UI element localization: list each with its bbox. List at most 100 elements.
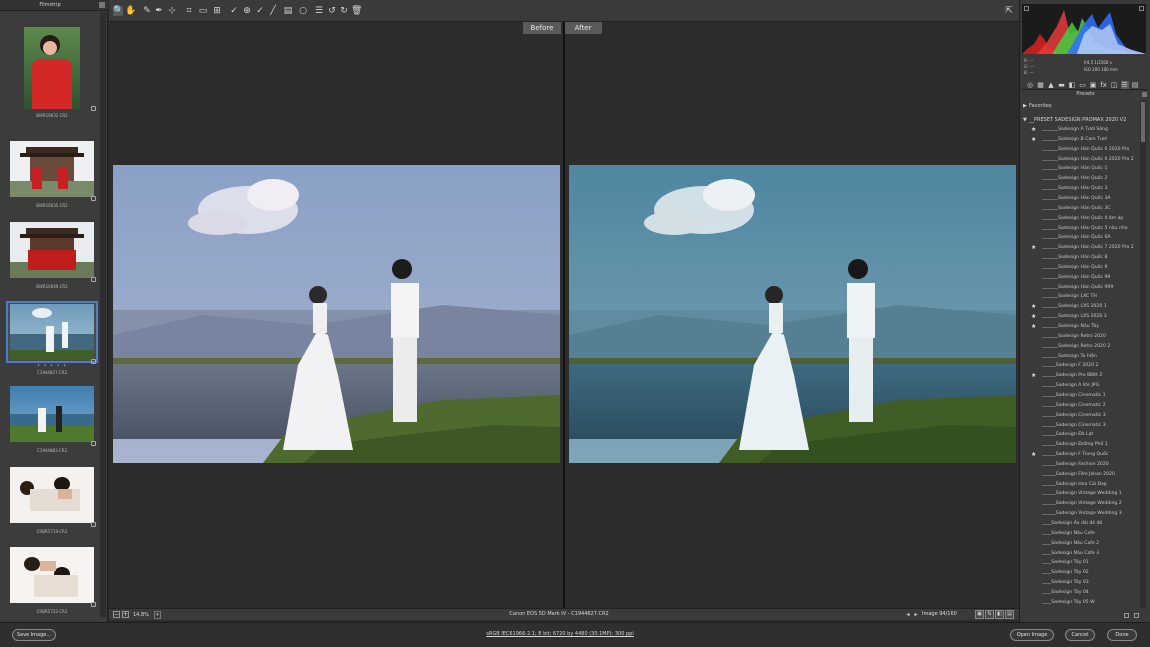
presets-menu-icon[interactable] [1142, 92, 1147, 97]
preset-item[interactable]: ____Sadesign Tây 04 [1024, 588, 1144, 597]
thumbnail-frame[interactable] [6, 219, 98, 281]
preset-item[interactable]: ______Sadesign Vintage Wedding 2 [1024, 499, 1144, 508]
tab-transform-icon[interactable]: ▣ [1089, 81, 1097, 89]
preset-item[interactable]: ______Sadesign Cinematic 2 [1024, 401, 1144, 410]
preset-item[interactable]: ____Sadesign Nâu Cafe 3 [1024, 549, 1144, 558]
preset-item[interactable]: ★ ______Sadesign F Trung Quốc [1024, 450, 1144, 459]
preset-item[interactable]: _______Sadesign Hàn Quốc 6A [1024, 233, 1144, 242]
cancel-button[interactable]: Cancel [1065, 629, 1095, 641]
filmstrip-menu-icon[interactable] [99, 2, 105, 8]
preset-item[interactable]: ______Sadesign Cinematic 3 [1024, 411, 1144, 420]
workflow-options-link[interactable]: sRGB IEC61966-2.1; 8 bit; 6720 by 4480 (… [400, 631, 720, 637]
filmstrip-item[interactable]: BWR10632.CR2 [6, 26, 98, 118]
preset-item[interactable]: _______Sadesign Hàn Quốc 3 [1024, 184, 1144, 193]
preset-item[interactable]: _______Sadesign Hàn Quốc 5 nâu nhẹ [1024, 224, 1144, 233]
thumbnail-frame[interactable] [6, 26, 98, 110]
zoom-in-button[interactable]: + [122, 611, 129, 618]
before-photo[interactable] [113, 165, 560, 463]
rotate-right-tool-icon[interactable]: ↻ [339, 6, 349, 16]
swap-before-after-button[interactable]: ⇅ [985, 610, 994, 619]
graduated-filter-tool-icon[interactable]: ╱ [268, 6, 278, 16]
preset-item[interactable]: _______Sadesign Hàn Quốc 3C [1024, 204, 1144, 213]
preset-item[interactable]: _______Sadesign Hàn Quốc 1 [1024, 164, 1144, 173]
preset-item[interactable]: _______Sadesign Retro 2020 2 [1024, 342, 1144, 351]
fullscreen-icon[interactable]: ⇱ [1004, 6, 1014, 16]
next-image-icon[interactable]: ▸ [912, 610, 920, 619]
list-tool-icon[interactable]: ☰ [314, 6, 324, 16]
done-button[interactable]: Done [1107, 629, 1137, 641]
favorite-star-icon[interactable]: ★ [1031, 243, 1036, 252]
save-image-button[interactable]: Save Image... [12, 629, 56, 641]
preset-item[interactable]: ★ _______Sadesign B Cam Tươi [1024, 135, 1144, 144]
red-eye-tool-icon[interactable]: ⊕ [242, 6, 252, 16]
preset-item[interactable]: ______Sadesign Vintage Wedding 3 [1024, 509, 1144, 518]
filmstrip-scrollbar[interactable] [100, 12, 205, 617]
preset-item[interactable]: _______Sadesign Retro 2020 [1024, 332, 1144, 341]
preset-item[interactable]: _______Sadesign Hàn Quốc 2 [1024, 174, 1144, 183]
filmstrip-item[interactable]: C9DR5719.CR2 [6, 464, 98, 544]
tab-lens-icon[interactable]: ▭ [1079, 81, 1087, 89]
preset-item[interactable]: ____Sadesign Tây 01 [1024, 558, 1144, 567]
filmstrip-item[interactable]: • • • • • C1944827.CR2 [6, 301, 98, 381]
preset-item[interactable]: ★ ______Sadesign Pro 8Bitt 2 [1024, 371, 1144, 380]
preset-item[interactable]: _______Sadesign Ta hiện [1024, 352, 1144, 361]
preset-item[interactable]: ____Sadesign Tây 05 W [1024, 598, 1144, 607]
preset-item[interactable]: _______Sadesign LXC TH [1024, 292, 1144, 301]
preset-item[interactable]: ______Sadesign Cinematic 3 [1024, 421, 1144, 430]
preset-item[interactable]: ______Sadesign Hoa Cái Đẹp [1024, 480, 1144, 489]
preset-item[interactable]: ____Sadesign Tây 02 [1024, 568, 1144, 577]
preset-item[interactable]: _______Sadesign Hàn Quốc 0 2020 Pro [1024, 145, 1144, 154]
favorite-star-icon[interactable]: ★ [1031, 135, 1036, 144]
preset-item[interactable]: ★ _______Sadesign LXS 2020 1 [1024, 302, 1144, 311]
tab-effects-icon[interactable]: fx [1100, 81, 1108, 89]
preset-item[interactable]: _______Sadesign Hàn Quốc 99 [1024, 273, 1144, 282]
spot-removal-tool-icon[interactable]: ✓ [229, 6, 239, 16]
preset-item[interactable]: ____Sadesign Nâu Cafe 2 [1024, 539, 1144, 548]
zoom-out-button[interactable]: − [113, 611, 120, 618]
preset-item[interactable]: ★ _______Sadesign LXS 2020 3 [1024, 312, 1144, 321]
copy-settings-button[interactable]: ◧ [995, 610, 1004, 619]
preset-item[interactable]: ____Sadesign Áo dài đỏ đỏ [1024, 519, 1144, 528]
preferences-tool-icon[interactable]: ○ [298, 6, 308, 16]
trash-tool-icon[interactable]: 🗑 [351, 6, 362, 16]
preset-item[interactable]: ____Sadesign Tây 03 [1024, 578, 1144, 587]
favorites-group[interactable]: ▶ Favorites [1023, 103, 1052, 109]
targeted-adjustment-tool-icon[interactable]: ⊹ [167, 6, 177, 16]
zoom-tool-icon[interactable]: 🔍 [113, 6, 124, 16]
shadow-clipping-icon[interactable] [1024, 6, 1029, 11]
thumbnail-frame[interactable] [6, 301, 98, 363]
presets-scrollbar[interactable] [1140, 100, 1146, 608]
tab-detail-icon[interactable]: ▲ [1047, 81, 1055, 89]
highlight-clipping-icon[interactable] [1139, 6, 1144, 11]
zoom-dropdown-icon[interactable]: ▾ [154, 611, 161, 619]
after-photo[interactable] [569, 165, 1016, 463]
favorite-star-icon[interactable]: ★ [1031, 302, 1036, 311]
filmstrip-item[interactable]: BWR10649.CR2 [6, 219, 98, 299]
preset-item[interactable]: _______Sadesign Hàn Quốc 0 2020 Pro 2 [1024, 155, 1144, 164]
tab-snapshots-icon[interactable]: ▤ [1131, 81, 1139, 89]
presets-scroll-thumb[interactable] [1141, 102, 1145, 142]
filmstrip-item[interactable]: BWR10635.CR2 [6, 138, 98, 218]
preset-item[interactable]: ____Sadesign Nâu Cafe [1024, 529, 1144, 538]
favorite-star-icon[interactable]: ★ [1031, 371, 1036, 380]
tab-calibration-icon[interactable]: ◫ [1110, 81, 1118, 89]
filmstrip-item[interactable]: C1944883.CR2 [6, 383, 98, 463]
preset-item[interactable]: _______Sadesign Hàn Quốc 999 [1024, 283, 1144, 292]
rotate-left-tool-icon[interactable]: ↺ [327, 6, 337, 16]
favorite-star-icon[interactable]: ★ [1031, 312, 1036, 321]
preset-item[interactable]: ______Sadesign Fashion 2020 [1024, 460, 1144, 469]
preset-item[interactable]: ______Sadesign Đường Phố 1 [1024, 440, 1144, 449]
open-image-button[interactable]: Open Image [1010, 629, 1054, 641]
preset-item[interactable]: _______Sadesign Hàn Quốc 3A [1024, 194, 1144, 203]
preset-item[interactable]: _______Sadesign Hàn Quốc 9 [1024, 263, 1144, 272]
thumbnail-frame[interactable] [6, 544, 98, 606]
preset-item[interactable]: ______Sadesign Vintage Wedding 1 [1024, 489, 1144, 498]
delete-preset-icon[interactable] [1134, 613, 1139, 618]
thumbnail-frame[interactable] [6, 464, 98, 526]
transform-tool-icon[interactable]: ⊞ [212, 6, 222, 16]
favorite-star-icon[interactable]: ★ [1031, 125, 1036, 134]
thumbnail-frame[interactable] [6, 383, 98, 445]
preset-item[interactable]: _______Sadesign Hàn Quốc 4 âm áp [1024, 214, 1144, 223]
white-balance-tool-icon[interactable]: ✎ [142, 6, 152, 16]
tab-split-toning-icon[interactable]: ◧ [1068, 81, 1076, 89]
